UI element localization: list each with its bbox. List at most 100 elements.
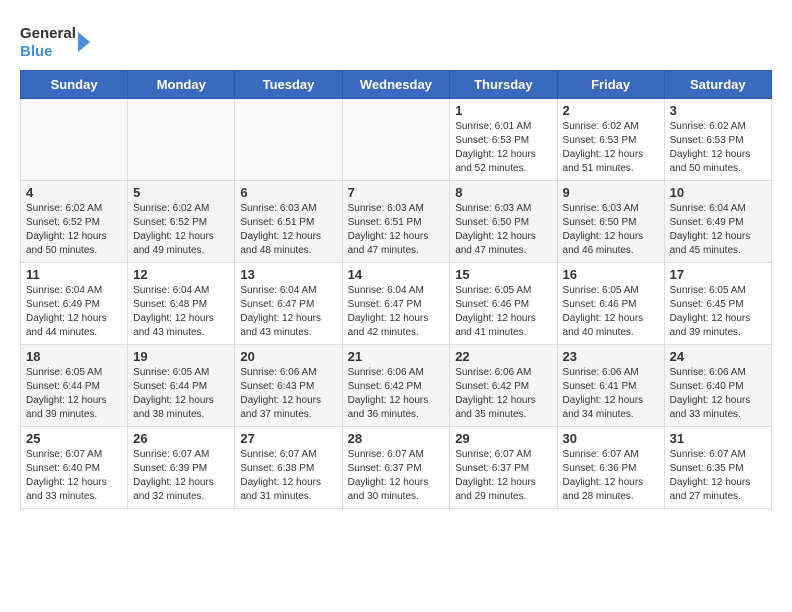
day-info: Sunrise: 6:06 AM Sunset: 6:42 PM Dayligh… <box>348 366 445 422</box>
calendar-table: SundayMondayTuesdayWednesdayThursdayFrid… <box>20 70 772 509</box>
calendar-cell: 6Sunrise: 6:03 AM Sunset: 6:51 PM Daylig… <box>235 181 342 263</box>
day-info: Sunrise: 6:03 AM Sunset: 6:50 PM Dayligh… <box>563 202 659 258</box>
calendar-cell: 1 Sunrise: 6:01 AM Sunset: 6:53 PM Daylig… <box>450 99 557 181</box>
page-header: GeneralBlue <box>20 20 772 60</box>
calendar-cell: 22 Sunrise: 6:06 AM Sunset: 6:42 PM Dayli… <box>450 345 557 427</box>
calendar-cell <box>342 99 450 181</box>
day-number: 8 <box>455 185 551 200</box>
day-number: 20 <box>240 349 336 364</box>
day-header-thursday: Thursday <box>450 71 557 99</box>
calendar-cell: 21 Sunrise: 6:06 AM Sunset: 6:42 PM Dayli… <box>342 345 450 427</box>
day-info: Sunrise: 6:02 AM Sunset: 6:53 PM Dayligh… <box>563 120 659 176</box>
day-number: 13 <box>240 267 336 282</box>
day-info: Sunrise: 6:01 AM Sunset: 6:53 PM Dayligh… <box>455 120 551 176</box>
svg-text:General: General <box>20 25 76 42</box>
day-number: 27 <box>240 431 336 446</box>
day-number: 7 <box>348 185 445 200</box>
calendar-week-4: 18 Sunrise: 6:05 AM Sunset: 6:44 PM Dayli… <box>21 345 772 427</box>
calendar-cell: 13 Sunrise: 6:04 AM Sunset: 6:47 PM Dayli… <box>235 263 342 345</box>
day-header-monday: Monday <box>128 71 235 99</box>
calendar-week-1: 1 Sunrise: 6:01 AM Sunset: 6:53 PM Daylig… <box>21 99 772 181</box>
day-number: 5 <box>133 185 229 200</box>
day-number: 9 <box>563 185 659 200</box>
day-number: 12 <box>133 267 229 282</box>
calendar-cell: 12 Sunrise: 6:04 AM Sunset: 6:48 PM Dayli… <box>128 263 235 345</box>
day-info: Sunrise: 6:06 AM Sunset: 6:40 PM Dayligh… <box>670 366 766 422</box>
day-number: 30 <box>563 431 659 446</box>
day-info: Sunrise: 6:06 AM Sunset: 6:42 PM Dayligh… <box>455 366 551 422</box>
calendar-cell: 5Sunrise: 6:02 AM Sunset: 6:52 PM Daylig… <box>128 181 235 263</box>
calendar-week-5: 25Sunrise: 6:07 AM Sunset: 6:40 PM Dayli… <box>21 427 772 509</box>
day-info: Sunrise: 6:04 AM Sunset: 6:49 PM Dayligh… <box>670 202 766 258</box>
day-header-saturday: Saturday <box>664 71 771 99</box>
calendar-cell: 23 Sunrise: 6:06 AM Sunset: 6:41 PM Dayli… <box>557 345 664 427</box>
day-info: Sunrise: 6:05 AM Sunset: 6:46 PM Dayligh… <box>563 284 659 340</box>
calendar-cell: 15 Sunrise: 6:05 AM Sunset: 6:46 PM Dayli… <box>450 263 557 345</box>
day-number: 18 <box>26 349 122 364</box>
calendar-week-2: 4 Sunrise: 6:02 AM Sunset: 6:52 PM Daylig… <box>21 181 772 263</box>
day-number: 19 <box>133 349 229 364</box>
day-info: Sunrise: 6:03 AM Sunset: 6:50 PM Dayligh… <box>455 202 551 258</box>
day-number: 21 <box>348 349 445 364</box>
day-info: Sunrise: 6:05 AM Sunset: 6:44 PM Dayligh… <box>133 366 229 422</box>
calendar-cell: 16 Sunrise: 6:05 AM Sunset: 6:46 PM Dayli… <box>557 263 664 345</box>
day-info: Sunrise: 6:05 AM Sunset: 6:44 PM Dayligh… <box>26 366 122 422</box>
day-info: Sunrise: 6:07 AM Sunset: 6:36 PM Dayligh… <box>563 448 659 504</box>
calendar-cell: 30 Sunrise: 6:07 AM Sunset: 6:36 PM Dayli… <box>557 427 664 509</box>
day-info: Sunrise: 6:03 AM Sunset: 6:51 PM Dayligh… <box>348 202 445 258</box>
day-number: 11 <box>26 267 122 282</box>
calendar-cell: 2Sunrise: 6:02 AM Sunset: 6:53 PM Daylig… <box>557 99 664 181</box>
day-number: 1 <box>455 103 551 118</box>
day-info: Sunrise: 6:07 AM Sunset: 6:35 PM Dayligh… <box>670 448 766 504</box>
svg-text:Blue: Blue <box>20 43 53 60</box>
calendar-cell <box>21 99 128 181</box>
day-number: 16 <box>563 267 659 282</box>
day-info: Sunrise: 6:05 AM Sunset: 6:46 PM Dayligh… <box>455 284 551 340</box>
day-header-sunday: Sunday <box>21 71 128 99</box>
day-info: Sunrise: 6:07 AM Sunset: 6:37 PM Dayligh… <box>455 448 551 504</box>
calendar-cell <box>235 99 342 181</box>
calendar-cell: 8 Sunrise: 6:03 AM Sunset: 6:50 PM Daylig… <box>450 181 557 263</box>
calendar-cell: 7 Sunrise: 6:03 AM Sunset: 6:51 PM Daylig… <box>342 181 450 263</box>
day-number: 22 <box>455 349 551 364</box>
day-info: Sunrise: 6:05 AM Sunset: 6:45 PM Dayligh… <box>670 284 766 340</box>
day-number: 6 <box>240 185 336 200</box>
day-number: 3 <box>670 103 766 118</box>
calendar-cell: 19 Sunrise: 6:05 AM Sunset: 6:44 PM Dayli… <box>128 345 235 427</box>
logo-svg: GeneralBlue <box>20 20 90 60</box>
calendar-cell: 28Sunrise: 6:07 AM Sunset: 6:37 PM Dayli… <box>342 427 450 509</box>
day-header-friday: Friday <box>557 71 664 99</box>
day-header-wednesday: Wednesday <box>342 71 450 99</box>
calendar-header-row: SundayMondayTuesdayWednesdayThursdayFrid… <box>21 71 772 99</box>
calendar-cell: 11 Sunrise: 6:04 AM Sunset: 6:49 PM Dayli… <box>21 263 128 345</box>
day-header-tuesday: Tuesday <box>235 71 342 99</box>
calendar-cell: 17Sunrise: 6:05 AM Sunset: 6:45 PM Dayli… <box>664 263 771 345</box>
day-info: Sunrise: 6:04 AM Sunset: 6:48 PM Dayligh… <box>133 284 229 340</box>
calendar-cell: 26Sunrise: 6:07 AM Sunset: 6:39 PM Dayli… <box>128 427 235 509</box>
day-number: 15 <box>455 267 551 282</box>
day-number: 14 <box>348 267 445 282</box>
day-info: Sunrise: 6:06 AM Sunset: 6:41 PM Dayligh… <box>563 366 659 422</box>
calendar-cell: 9 Sunrise: 6:03 AM Sunset: 6:50 PM Daylig… <box>557 181 664 263</box>
calendar-cell: 27Sunrise: 6:07 AM Sunset: 6:38 PM Dayli… <box>235 427 342 509</box>
day-number: 29 <box>455 431 551 446</box>
day-info: Sunrise: 6:02 AM Sunset: 6:52 PM Dayligh… <box>26 202 122 258</box>
day-info: Sunrise: 6:06 AM Sunset: 6:43 PM Dayligh… <box>240 366 336 422</box>
day-number: 23 <box>563 349 659 364</box>
day-info: Sunrise: 6:04 AM Sunset: 6:47 PM Dayligh… <box>240 284 336 340</box>
day-info: Sunrise: 6:02 AM Sunset: 6:53 PM Dayligh… <box>670 120 766 176</box>
calendar-cell: 10Sunrise: 6:04 AM Sunset: 6:49 PM Dayli… <box>664 181 771 263</box>
calendar-cell: 24 Sunrise: 6:06 AM Sunset: 6:40 PM Dayli… <box>664 345 771 427</box>
calendar-cell: 14 Sunrise: 6:04 AM Sunset: 6:47 PM Dayli… <box>342 263 450 345</box>
day-number: 31 <box>670 431 766 446</box>
calendar-cell: 29 Sunrise: 6:07 AM Sunset: 6:37 PM Dayli… <box>450 427 557 509</box>
day-info: Sunrise: 6:04 AM Sunset: 6:49 PM Dayligh… <box>26 284 122 340</box>
day-number: 24 <box>670 349 766 364</box>
calendar-cell: 4 Sunrise: 6:02 AM Sunset: 6:52 PM Daylig… <box>21 181 128 263</box>
day-number: 4 <box>26 185 122 200</box>
logo: GeneralBlue <box>20 20 90 60</box>
day-info: Sunrise: 6:07 AM Sunset: 6:40 PM Dayligh… <box>26 448 122 504</box>
calendar-cell: 31 Sunrise: 6:07 AM Sunset: 6:35 PM Dayli… <box>664 427 771 509</box>
day-number: 26 <box>133 431 229 446</box>
day-info: Sunrise: 6:04 AM Sunset: 6:47 PM Dayligh… <box>348 284 445 340</box>
